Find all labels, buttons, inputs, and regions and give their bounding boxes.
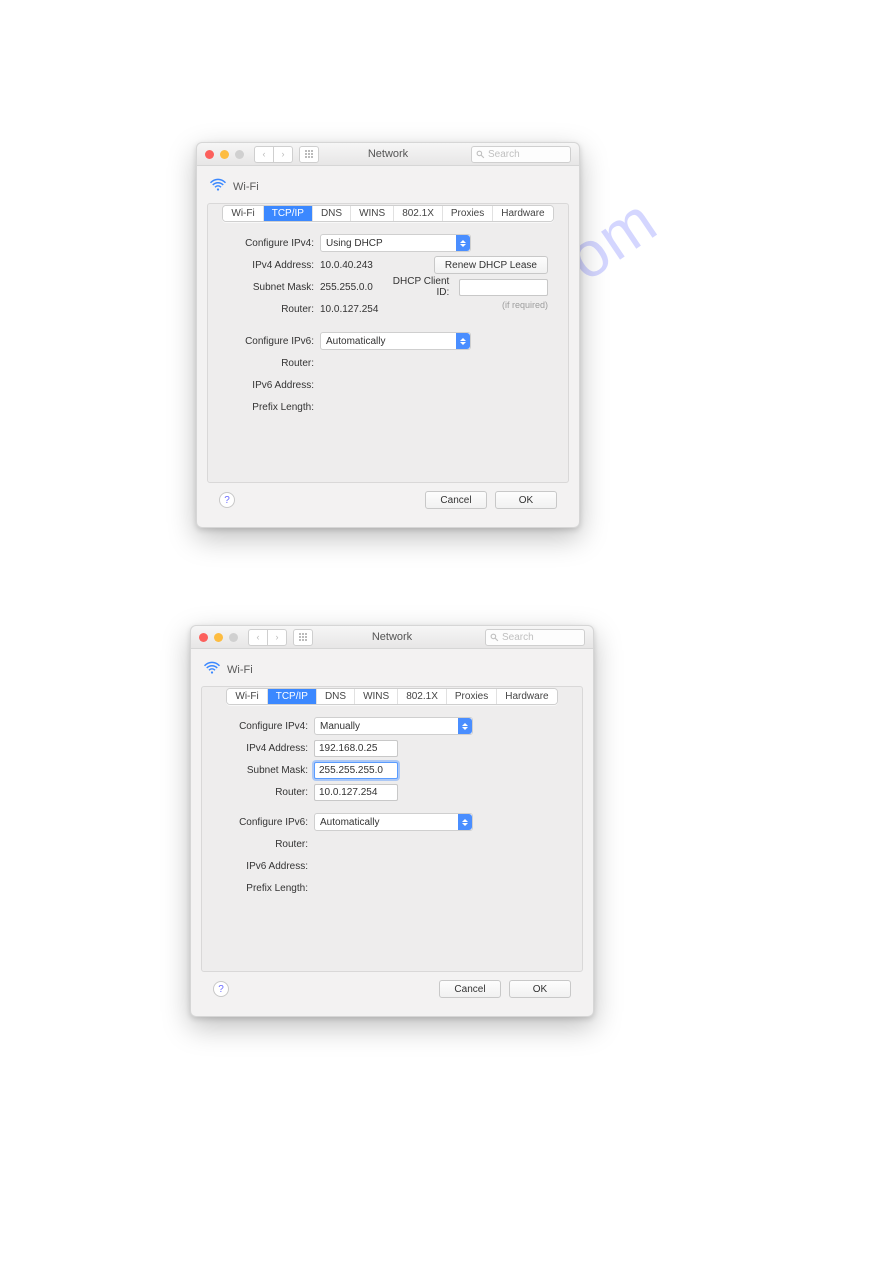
configure-ipv4-label: Configure IPv4: [224, 238, 320, 249]
footer: ? Cancel OK [207, 483, 569, 519]
configure-ipv4-value: Manually [320, 721, 360, 732]
wifi-heading: Wi-Fi [201, 655, 583, 686]
subnet-mask-value: 255.255.0.0 [320, 282, 373, 293]
dhcp-client-id-label: DHCP Client ID: [378, 276, 455, 298]
configure-ipv6-label: Configure IPv6: [224, 336, 320, 347]
content: Wi-Fi Wi-Fi TCP/IP DNS WINS 802.1X Proxi… [197, 166, 579, 527]
forward-button[interactable]: › [273, 146, 293, 163]
renew-dhcp-button[interactable]: Renew DHCP Lease [434, 256, 548, 274]
wifi-icon [203, 659, 221, 680]
ipv4-address-value: 192.168.0.25 [319, 743, 377, 754]
ipv4-address-label: IPv4 Address: [224, 260, 320, 271]
router-value: 10.0.127.254 [320, 304, 378, 315]
dhcp-client-id-input[interactable] [459, 279, 548, 296]
ipv6-router-label: Router: [218, 839, 314, 850]
search-placeholder: Search [502, 632, 534, 643]
configure-ipv4-select[interactable]: Manually [314, 717, 473, 735]
configure-ipv6-select[interactable]: Automatically [320, 332, 471, 350]
chevron-updown-icon [456, 333, 470, 349]
subnet-mask-label: Subnet Mask: [224, 282, 320, 293]
tab-tcpip[interactable]: TCP/IP [268, 689, 317, 704]
configure-ipv6-value: Automatically [326, 336, 385, 347]
minimize-icon[interactable] [220, 150, 229, 159]
ipv4-address-input[interactable]: 192.168.0.25 [314, 740, 398, 757]
tab-wins[interactable]: WINS [351, 206, 394, 221]
configure-ipv6-label: Configure IPv6: [218, 817, 314, 828]
subnet-mask-value: 255.255.255.0 [319, 765, 383, 776]
tab-proxies[interactable]: Proxies [447, 689, 497, 704]
back-button[interactable]: ‹ [254, 146, 273, 163]
tcpip-panel: Wi-Fi TCP/IP DNS WINS 802.1X Proxies Har… [201, 686, 583, 972]
tab-bar: Wi-Fi TCP/IP DNS WINS 802.1X Proxies Har… [202, 686, 582, 705]
configure-ipv4-value: Using DHCP [326, 238, 383, 249]
titlebar: ‹ › Network Search [191, 626, 593, 649]
tab-wifi[interactable]: Wi-Fi [223, 206, 263, 221]
subnet-mask-input[interactable]: 255.255.255.0 [314, 762, 398, 779]
tab-tcpip[interactable]: TCP/IP [264, 206, 313, 221]
titlebar: ‹ › Network Search [197, 143, 579, 166]
configure-ipv4-label: Configure IPv4: [218, 721, 314, 732]
zoom-icon[interactable] [229, 633, 238, 642]
show-all-button[interactable] [299, 146, 319, 163]
traffic-lights [199, 633, 238, 642]
tab-wifi[interactable]: Wi-Fi [227, 689, 267, 704]
cancel-button[interactable]: Cancel [439, 980, 501, 998]
prefix-length-label: Prefix Length: [218, 883, 314, 894]
chevron-updown-icon [458, 814, 472, 830]
show-all-button[interactable] [293, 629, 313, 646]
wifi-heading: Wi-Fi [207, 172, 569, 203]
tab-dns[interactable]: DNS [317, 689, 355, 704]
nav-buttons: ‹ › [248, 629, 287, 646]
ok-button[interactable]: OK [509, 980, 571, 998]
tab-bar: Wi-Fi TCP/IP DNS WINS 802.1X Proxies Har… [208, 203, 568, 222]
tab-hardware[interactable]: Hardware [493, 206, 552, 221]
network-window-manual: ‹ › Network Search Wi-Fi Wi-Fi TCP/IP DN… [190, 625, 594, 1017]
configure-ipv6-select[interactable]: Automatically [314, 813, 473, 831]
help-button[interactable]: ? [219, 492, 235, 508]
chevron-updown-icon [458, 718, 472, 734]
ipv6-address-label: IPv6 Address: [218, 861, 314, 872]
router-value: 10.0.127.254 [319, 787, 377, 798]
ipv4-address-label: IPv4 Address: [218, 743, 314, 754]
prefix-length-label: Prefix Length: [224, 402, 320, 413]
close-icon[interactable] [205, 150, 214, 159]
content: Wi-Fi Wi-Fi TCP/IP DNS WINS 802.1X Proxi… [191, 649, 593, 1016]
minimize-icon[interactable] [214, 633, 223, 642]
help-button[interactable]: ? [213, 981, 229, 997]
footer: ? Cancel OK [201, 972, 583, 1008]
configure-ipv6-value: Automatically [320, 817, 379, 828]
tcpip-panel: Wi-Fi TCP/IP DNS WINS 802.1X Proxies Har… [207, 203, 569, 483]
search-placeholder: Search [488, 149, 520, 160]
tab-proxies[interactable]: Proxies [443, 206, 493, 221]
close-icon[interactable] [199, 633, 208, 642]
tab-dns[interactable]: DNS [313, 206, 351, 221]
tab-8021x[interactable]: 802.1X [394, 206, 443, 221]
ipv4-address-value: 10.0.40.243 [320, 260, 373, 271]
nav-buttons: ‹ › [254, 146, 293, 163]
cancel-button[interactable]: Cancel [425, 491, 487, 509]
back-button[interactable]: ‹ [248, 629, 267, 646]
zoom-icon[interactable] [235, 150, 244, 159]
wifi-label: Wi-Fi [227, 664, 253, 676]
search-input[interactable]: Search [471, 146, 571, 163]
chevron-updown-icon [456, 235, 470, 251]
ipv6-router-label: Router: [224, 358, 320, 369]
ipv6-address-label: IPv6 Address: [224, 380, 320, 391]
configure-ipv4-select[interactable]: Using DHCP [320, 234, 471, 252]
forward-button[interactable]: › [267, 629, 287, 646]
search-input[interactable]: Search [485, 629, 585, 646]
dhcp-client-id-note: (if required) [502, 300, 548, 310]
router-label: Router: [224, 304, 320, 315]
wifi-icon [209, 176, 227, 197]
wifi-label: Wi-Fi [233, 181, 259, 193]
router-input[interactable]: 10.0.127.254 [314, 784, 398, 801]
traffic-lights [205, 150, 244, 159]
tab-wins[interactable]: WINS [355, 689, 398, 704]
ok-button[interactable]: OK [495, 491, 557, 509]
tab-8021x[interactable]: 802.1X [398, 689, 447, 704]
tab-hardware[interactable]: Hardware [497, 689, 556, 704]
subnet-mask-label: Subnet Mask: [218, 765, 314, 776]
router-label: Router: [218, 787, 314, 798]
network-window-dhcp: ‹ › Network Search Wi-Fi Wi-Fi TCP/IP DN… [196, 142, 580, 528]
